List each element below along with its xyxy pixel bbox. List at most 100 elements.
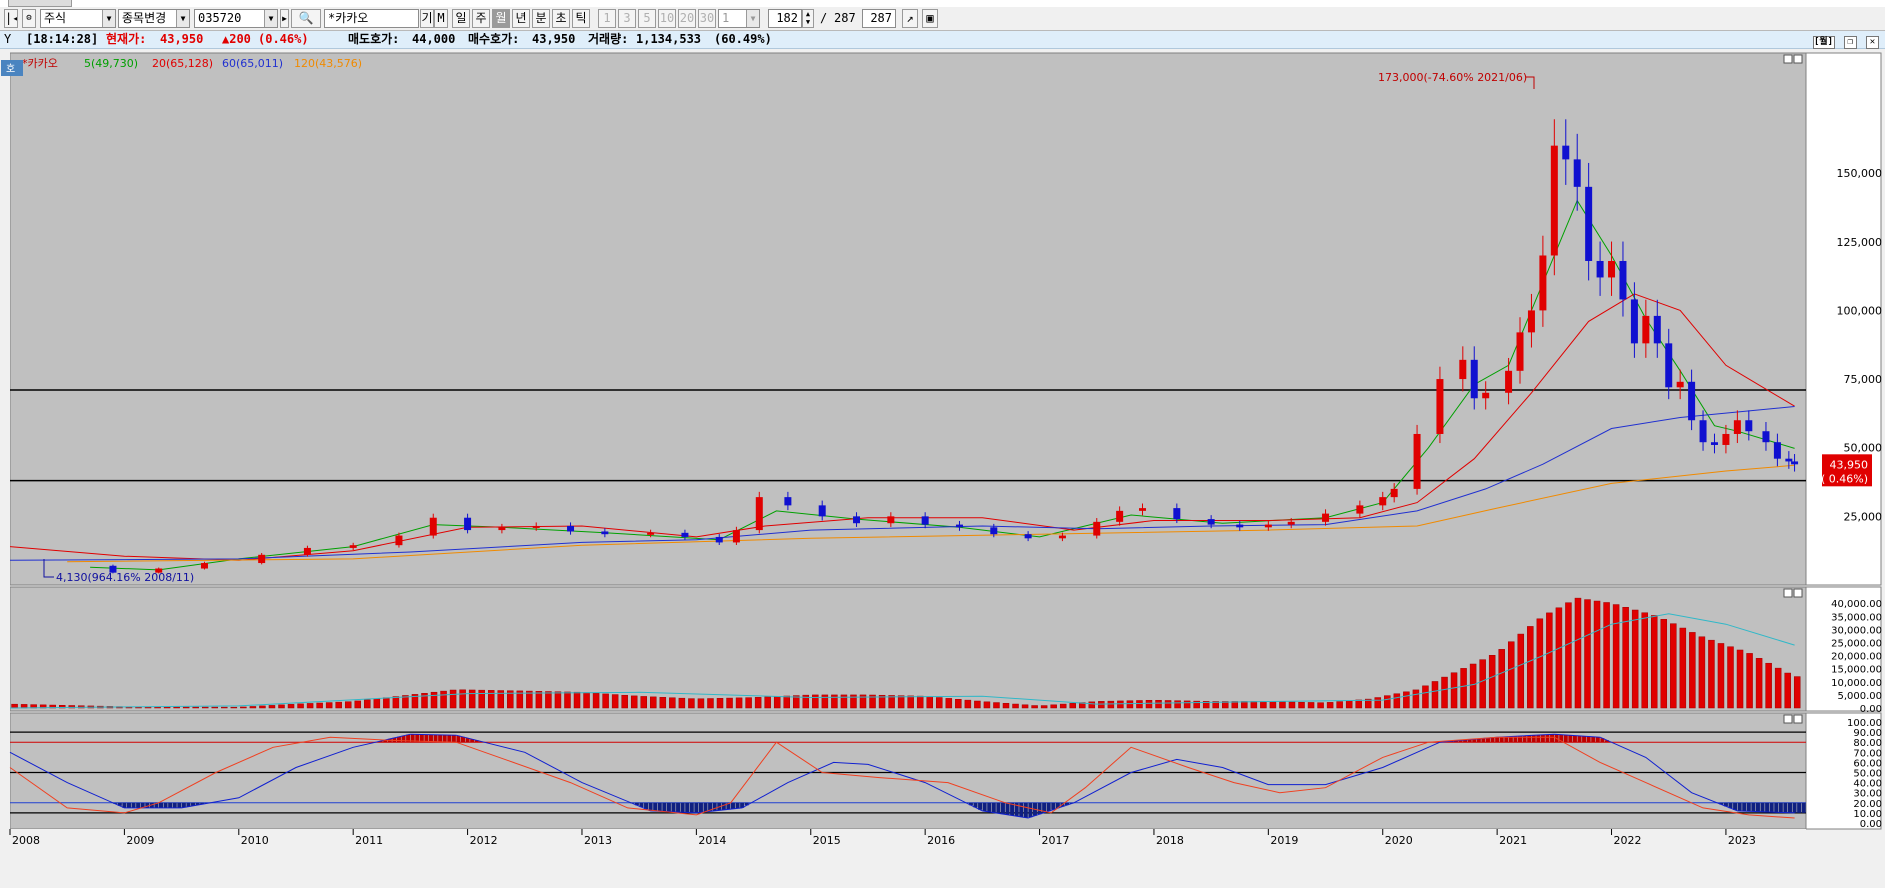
period-btn-month[interactable]: 월 bbox=[492, 9, 510, 28]
search-icon[interactable]: 🔍 bbox=[291, 9, 321, 28]
chevron-down-icon[interactable]: ▼ bbox=[102, 10, 115, 27]
title-bar bbox=[0, 0, 1885, 7]
count-input[interactable]: 182 bbox=[768, 9, 802, 28]
period-btn-0[interactable]: 기 bbox=[420, 9, 434, 28]
candle-body bbox=[818, 505, 826, 517]
panel-close-icon[interactable] bbox=[1793, 588, 1803, 598]
candle-body bbox=[955, 524, 963, 528]
histogram-bar bbox=[907, 695, 914, 709]
histogram-bar bbox=[240, 706, 247, 709]
spinner-updown-icon[interactable]: ▲ ▼ bbox=[802, 9, 814, 28]
first-page-icon[interactable]: |◂ bbox=[4, 9, 18, 28]
volume-pct: (60.49%) bbox=[714, 32, 772, 46]
volume-label: 거래량: bbox=[588, 32, 629, 46]
quote-bar: Y [18:14:28] 현재가: 43,950 ▲200 (0.46%) 매도… bbox=[0, 31, 1885, 49]
histogram-bar bbox=[1241, 701, 1248, 709]
interval-btn-1[interactable]: 1 bbox=[598, 9, 616, 28]
histogram-bar bbox=[573, 691, 581, 709]
period-btn-day[interactable]: 일 bbox=[452, 9, 470, 28]
x-axis-tick: 2023 bbox=[1728, 834, 1756, 847]
title-tab[interactable] bbox=[8, 0, 72, 7]
candle-body bbox=[1608, 260, 1616, 278]
candle-body bbox=[1390, 488, 1398, 498]
filter-icon[interactable]: Y bbox=[4, 31, 11, 48]
interval-btn-5[interactable]: 5 bbox=[638, 9, 656, 28]
candle-body bbox=[853, 516, 861, 524]
histogram-bar bbox=[1002, 703, 1010, 709]
period-btn-year[interactable]: 년 bbox=[512, 9, 530, 28]
histogram-bar bbox=[1431, 681, 1439, 709]
chart-panel-3[interactable] bbox=[9, 712, 1807, 830]
close-icon[interactable]: ✕ bbox=[1866, 36, 1879, 49]
histogram-bar bbox=[1450, 672, 1458, 709]
histogram-bar bbox=[1374, 697, 1382, 709]
histogram-bar bbox=[602, 693, 609, 709]
stock-chart[interactable]: 150,000 125,000 100,000 75,000 50,000 25,000 *… bbox=[0, 49, 1885, 885]
restore-icon[interactable]: ❐ bbox=[1843, 36, 1857, 49]
name-input[interactable]: *카카오 bbox=[324, 9, 419, 28]
settings-icon[interactable]: ⚙ bbox=[22, 9, 36, 28]
histogram-bar bbox=[678, 697, 686, 709]
save-icon[interactable]: ▣ bbox=[922, 9, 938, 28]
chevron-down-icon[interactable]: ▼ bbox=[176, 10, 189, 27]
current-pct-label: ( 0.46%) bbox=[1821, 472, 1868, 485]
period-btn-week[interactable]: 주 bbox=[472, 9, 490, 28]
chevron-down-icon[interactable]: ▼ bbox=[746, 10, 759, 27]
histogram-bar bbox=[1593, 600, 1601, 709]
histogram-bar bbox=[964, 699, 972, 709]
candle-body bbox=[1287, 521, 1295, 525]
histogram-bar bbox=[1755, 658, 1763, 709]
x-axis-tick: 2009 bbox=[126, 834, 154, 847]
panel-max-icon[interactable] bbox=[1783, 588, 1793, 598]
period-btn-1[interactable]: M bbox=[434, 9, 448, 28]
price-axis-tick: 50,000 bbox=[1844, 442, 1883, 455]
histogram-bar bbox=[754, 697, 762, 709]
histogram-bar bbox=[287, 704, 295, 709]
total-box[interactable]: 287 bbox=[862, 9, 896, 28]
period-btn-second[interactable]: 초 bbox=[552, 9, 570, 28]
panel-close-icon[interactable] bbox=[1793, 54, 1803, 64]
interval-btn-20[interactable]: 20 bbox=[678, 9, 696, 28]
high-annotation: 173,000(-74.60% 2021/06) bbox=[1378, 71, 1527, 84]
candle-body bbox=[1356, 505, 1364, 514]
histogram-bar bbox=[478, 689, 485, 709]
candle-body bbox=[1482, 392, 1490, 399]
histogram-bar bbox=[430, 691, 438, 709]
histogram-bar bbox=[716, 698, 724, 709]
bid-label: 매수호가: bbox=[468, 32, 520, 46]
period-btn-minute[interactable]: 분 bbox=[532, 9, 550, 28]
histogram-bar bbox=[1250, 701, 1258, 709]
candle-body bbox=[1436, 379, 1444, 434]
histogram-bar bbox=[201, 706, 209, 709]
histogram-bar bbox=[1546, 612, 1553, 709]
period-btn-tick[interactable]: 틱 bbox=[572, 9, 590, 28]
candle-body bbox=[1745, 420, 1753, 432]
histogram-bar bbox=[1403, 691, 1410, 709]
window-period-button[interactable]: [월] bbox=[1812, 36, 1835, 49]
x-axis-tick: 2017 bbox=[1042, 834, 1070, 847]
chevron-down-icon[interactable]: ▼ bbox=[264, 10, 277, 27]
panel-max-icon[interactable] bbox=[1783, 54, 1793, 64]
histogram-bar bbox=[1174, 700, 1181, 709]
histogram-bar bbox=[773, 696, 781, 709]
x-axis-tick: 2013 bbox=[584, 834, 612, 847]
interval-select[interactable]: 1 ▼ bbox=[718, 9, 760, 28]
interval-btn-3[interactable]: 3 bbox=[618, 9, 636, 28]
market-select[interactable]: 주식 ▼ bbox=[40, 9, 116, 28]
chart-area[interactable]: 150,000 125,000 100,000 75,000 50,000 25,000 *… bbox=[0, 49, 1885, 885]
panel-close-icon[interactable] bbox=[1793, 714, 1803, 724]
histogram-bar bbox=[1040, 705, 1048, 709]
interval-btn-10[interactable]: 10 bbox=[658, 9, 676, 28]
panel-max-icon[interactable] bbox=[1783, 714, 1793, 724]
change-select[interactable]: 종목변경 ▼ bbox=[118, 9, 190, 28]
histogram-bar bbox=[1136, 700, 1143, 709]
histogram-bar bbox=[1507, 641, 1515, 709]
play-icon[interactable]: ▶ bbox=[280, 9, 289, 28]
chart-panel-1[interactable] bbox=[9, 52, 1807, 586]
total-label: 287 bbox=[834, 11, 856, 25]
histogram-bar bbox=[230, 706, 238, 709]
expand-icon[interactable]: ↗ bbox=[902, 9, 918, 28]
interval-btn-30[interactable]: 30 bbox=[698, 9, 716, 28]
histogram-bar bbox=[211, 706, 219, 709]
code-input[interactable]: 035720 ▼ bbox=[194, 9, 278, 28]
